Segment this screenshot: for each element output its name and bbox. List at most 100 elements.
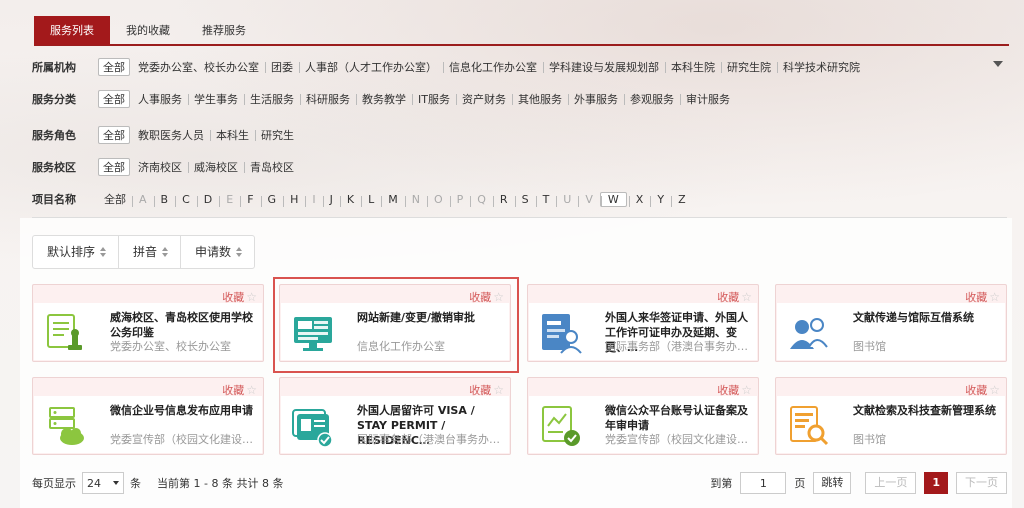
- filter-option[interactable]: 外事服务: [567, 91, 624, 107]
- tab-recommended[interactable]: 推荐服务: [186, 16, 262, 45]
- filter-letter-v[interactable]: V: [578, 193, 600, 207]
- page-button-current[interactable]: 1: [924, 472, 948, 494]
- filter-option[interactable]: 科学技术研究院: [777, 59, 866, 75]
- filter-letter-f[interactable]: F: [240, 193, 260, 207]
- filter-option[interactable]: 科研服务: [300, 91, 356, 107]
- filter-option[interactable]: 全部: [98, 158, 130, 176]
- filter-option[interactable]: 生活服务: [244, 91, 300, 107]
- card-body: 外国人来华签证申请、外国人工作许可证申办及延期、变更、… 国际事务部（港澳台事务…: [529, 303, 757, 360]
- service-card[interactable]: 收藏 ☆ 威海校区、青岛校区使用学校公务印鉴 党委办公室、校长办公室: [32, 284, 264, 362]
- filter-option[interactable]: 其他服务: [511, 91, 568, 107]
- filter-letter-k[interactable]: K: [339, 193, 361, 207]
- filter-label: 所属机构: [32, 61, 76, 74]
- page-size-select[interactable]: 24: [82, 472, 124, 494]
- star-icon: ☆: [493, 290, 504, 304]
- section-divider: [32, 217, 1007, 218]
- certificate-icon: [542, 406, 580, 446]
- filter-option[interactable]: 学生事务: [188, 91, 244, 107]
- filter-category: 服务分类 全部 人事服务 学生事务 生活服务 科研服务 教务教学 IT服务 资产…: [32, 89, 736, 109]
- filter-letter-l[interactable]: L: [361, 193, 381, 207]
- filter-letter-x[interactable]: X: [628, 193, 651, 207]
- filter-option[interactable]: 参观服务: [623, 91, 680, 107]
- service-card[interactable]: 收藏 ☆ 外国人居留许可 VISA / STAY PERMIT / RESIDEN…: [279, 377, 511, 455]
- star-icon: ☆: [246, 290, 257, 304]
- next-page-button[interactable]: 下一页: [956, 472, 1007, 494]
- filter-option[interactable]: 教务教学: [356, 91, 412, 107]
- filter-letter-c[interactable]: C: [175, 193, 197, 207]
- filter-option-all[interactable]: 全部: [98, 191, 132, 207]
- filter-option[interactable]: 审计服务: [679, 91, 736, 107]
- filter-label: 项目名称: [32, 193, 76, 206]
- service-card[interactable]: 收藏 ☆ 微信公众平台账号认证备案及年审申请 党委宣传部（校园文化建设工作…: [527, 377, 759, 455]
- card-body: 文献检索及科技查新管理系统 图书馆: [777, 396, 1005, 453]
- card-title: 微信企业号信息发布应用申请: [110, 404, 253, 417]
- filter-letter-s[interactable]: S: [514, 193, 536, 207]
- filter-option[interactable]: 全部: [98, 58, 130, 76]
- filter-option[interactable]: 研究生: [255, 127, 300, 143]
- filter-letter-r[interactable]: R: [492, 193, 515, 207]
- filter-letter-a[interactable]: A: [132, 193, 154, 207]
- filter-option[interactable]: 教职医务人员: [132, 127, 210, 143]
- tab-service-list[interactable]: 服务列表: [34, 16, 110, 45]
- page-number-input[interactable]: [740, 472, 787, 494]
- filter-letter-u[interactable]: U: [556, 193, 578, 207]
- filter-option[interactable]: 学科建设与发展规划部: [543, 59, 665, 75]
- filter-option[interactable]: 青岛校区: [244, 159, 300, 175]
- sort-label: 申请数: [195, 245, 232, 259]
- tab-my-favorites[interactable]: 我的收藏: [110, 16, 186, 45]
- filter-option[interactable]: IT服务: [412, 91, 456, 107]
- filter-letter-i[interactable]: I: [305, 193, 322, 207]
- filter-letter-t[interactable]: T: [535, 193, 557, 207]
- filter-option[interactable]: 资产财务: [455, 91, 512, 107]
- sort-default-button[interactable]: 默认排序: [33, 236, 120, 268]
- filter-option[interactable]: 全部: [98, 126, 130, 144]
- filter-option[interactable]: 团委: [265, 59, 299, 75]
- sort-applications-button[interactable]: 申请数: [181, 236, 254, 268]
- service-card[interactable]: 收藏 ☆ 外国人来华签证申请、外国人工作许可证申办及延期、变更、… 国际事务部（港…: [527, 284, 759, 362]
- filter-letter-m[interactable]: M: [381, 193, 405, 207]
- filter-letter-y[interactable]: Y: [650, 193, 671, 207]
- expand-filter-icon[interactable]: [993, 61, 1003, 67]
- server-cloud-icon: [49, 407, 84, 445]
- filter-letter-q[interactable]: Q: [470, 193, 493, 207]
- filter-letter-g[interactable]: G: [260, 193, 284, 207]
- filter-option[interactable]: 本科生院: [665, 59, 721, 75]
- filter-letter-e[interactable]: E: [219, 193, 240, 207]
- filter-letter-w[interactable]: W: [599, 191, 627, 207]
- star-icon: ☆: [741, 290, 752, 304]
- filter-letter-b[interactable]: B: [153, 193, 176, 207]
- filter-letter-j[interactable]: J: [322, 193, 340, 207]
- star-icon: ☆: [989, 290, 1000, 304]
- filter-letter-p[interactable]: P: [449, 193, 471, 207]
- service-card[interactable]: 收藏 ☆ 文献检索及科技查新管理系统 图书馆: [775, 377, 1007, 455]
- service-card[interactable]: 收藏 ☆ 网站新建/变更/撤销审批 信息化工作办公室: [279, 284, 511, 362]
- page-unit-label: 页: [794, 477, 806, 490]
- filter-label: 服务校区: [32, 161, 76, 174]
- filter-option[interactable]: 党委办公室、校长办公室: [132, 59, 265, 75]
- filter-option[interactable]: 研究生院: [721, 59, 777, 75]
- filter-option[interactable]: 本科生: [210, 127, 255, 143]
- filter-letter-d[interactable]: D: [196, 193, 219, 207]
- prev-page-button[interactable]: 上一页: [865, 472, 917, 494]
- monitor-icon: [294, 317, 332, 351]
- sort-pinyin-button[interactable]: 拼音: [119, 236, 182, 268]
- filter-option[interactable]: 全部: [98, 90, 130, 108]
- card-department: 信息化工作办公室: [357, 340, 445, 353]
- star-icon: ☆: [493, 383, 504, 397]
- filter-option[interactable]: 威海校区: [188, 159, 244, 175]
- filter-option[interactable]: 人事部（人才工作办公室）: [299, 59, 443, 75]
- filter-letter-n[interactable]: N: [404, 193, 427, 207]
- service-list-panel: 服务列表 我的收藏 推荐服务 所属机构 全部 党委办公室、校长办公室 团委 人事…: [20, 0, 1012, 508]
- filter-option[interactable]: 信息化工作办公室: [443, 59, 543, 75]
- service-card[interactable]: 收藏 ☆ 微信企业号信息发布应用申请 党委宣传部（校园文化建设工作…: [32, 377, 264, 455]
- filter-option[interactable]: 济南校区: [132, 159, 188, 175]
- filter-letter-h[interactable]: H: [283, 193, 305, 207]
- filter-option[interactable]: 人事服务: [132, 91, 188, 107]
- card-title: 微信公众平台账号认证备案及年审申请: [605, 404, 748, 432]
- service-card[interactable]: 收藏 ☆ 文献传递与馆际互借系统 图书馆: [775, 284, 1007, 362]
- filter-letter-z[interactable]: Z: [671, 193, 693, 207]
- filter-letter-o[interactable]: O: [426, 193, 450, 207]
- sort-bar: 默认排序 拼音 申请数: [32, 235, 256, 269]
- record-summary: 当前第 1 - 8 条 共计 8 条: [157, 477, 284, 490]
- jump-button[interactable]: 跳转: [813, 472, 852, 494]
